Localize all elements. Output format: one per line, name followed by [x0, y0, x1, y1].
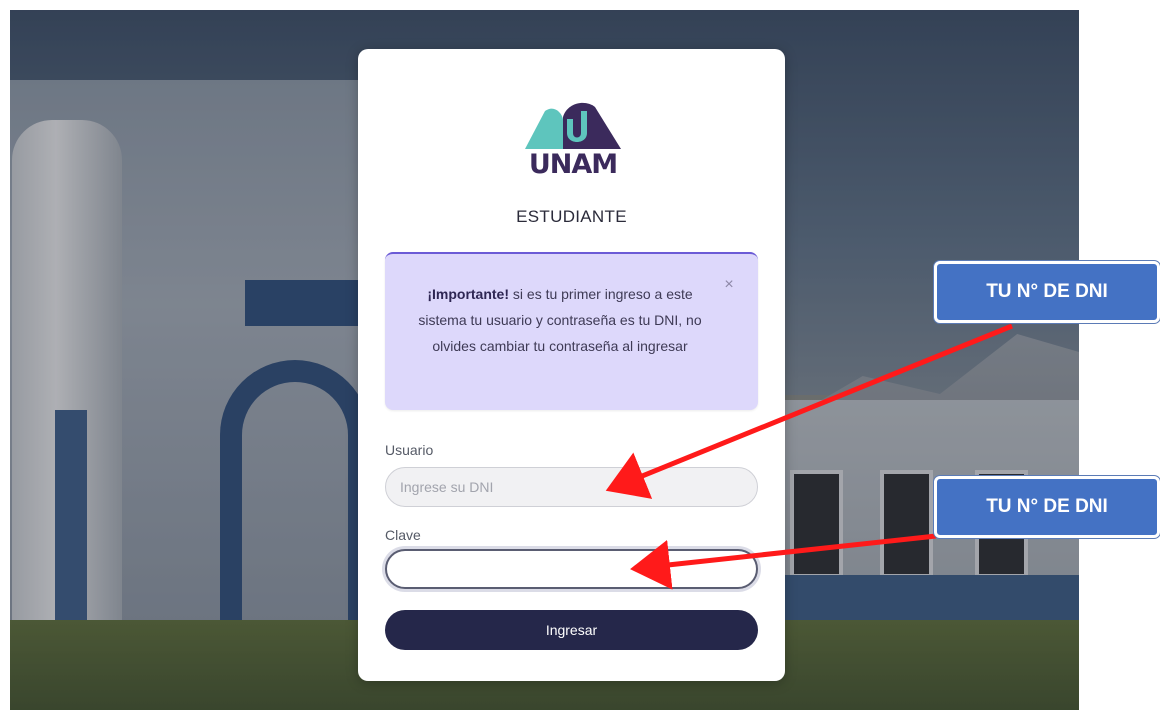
login-button[interactable]: Ingresar [385, 610, 758, 650]
password-input[interactable] [385, 549, 758, 589]
username-input[interactable] [385, 467, 758, 507]
password-label: Clave [385, 527, 421, 543]
alert-bold-label: ¡Importante! [427, 286, 510, 302]
important-alert: ¡Importante! si es tu primer ingreso a e… [385, 252, 758, 410]
alert-message: ¡Importante! si es tu primer ingreso a e… [405, 281, 715, 359]
unam-logo: UNAM [523, 97, 623, 185]
close-icon[interactable]: × [721, 277, 737, 293]
logo-mark-icon [525, 102, 621, 149]
dni-callout-password: TU N° DE DNI [934, 476, 1160, 538]
dni-callout-username: TU N° DE DNI [934, 261, 1160, 323]
login-card: UNAM ESTUDIANTE ¡Importante! si es tu pr… [358, 49, 785, 681]
page-title: ESTUDIANTE [516, 207, 627, 226]
username-label: Usuario [385, 442, 434, 458]
brand-name: UNAM [528, 149, 618, 180]
